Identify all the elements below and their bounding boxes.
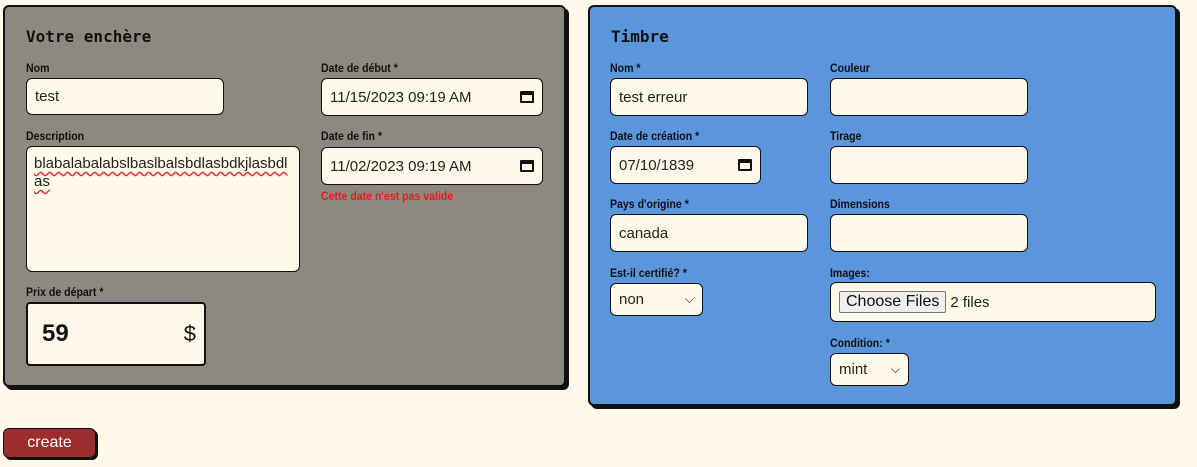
print-run-input[interactable] [830,146,1028,184]
condition-label: Condition: * [830,336,890,350]
end-date-input[interactable]: 11/02/2023 09:19 AM [321,147,543,185]
calendar-icon[interactable] [520,160,534,172]
price-label: Prix de départ * [26,285,104,299]
auction-name-input[interactable]: test [26,78,224,115]
stamp-panel: Timbre Nom * test erreur Couleur Date de… [588,5,1177,406]
auction-name-label: Nom [26,61,50,75]
currency-symbol: $ [183,321,196,346]
calendar-icon[interactable] [738,159,752,171]
choose-files-button[interactable]: Choose Files [839,291,947,313]
certified-label: Est-il certifié? * [610,266,687,280]
color-label: Couleur [830,61,870,75]
stamp-name-value: test erreur [619,88,688,106]
color-input[interactable] [830,78,1028,116]
end-date-error: Cette date n'est pas valide [321,189,454,203]
create-button[interactable]: create [3,428,96,458]
condition-select[interactable]: mint ⌵ [830,353,909,386]
certified-select[interactable]: non ⌵ [610,283,703,316]
certified-value: non [619,291,645,308]
creation-date-value: 07/10/1839 [619,156,695,174]
end-date-label: Date de fin * [321,129,383,143]
creation-date-input[interactable]: 07/10/1839 [610,146,761,184]
end-date-value: 11/02/2023 09:19 AM [330,157,472,175]
start-date-input[interactable]: 11/15/2023 09:19 AM [321,78,543,116]
auction-name-value: test [35,88,60,105]
description-value: blabalabalabslbaslbalsbdlasbdkjlasbdlas [34,155,288,190]
dimensions-input[interactable] [830,214,1028,252]
images-file-input[interactable]: Choose Files 2 files [830,282,1156,322]
description-label: Description [26,129,85,143]
price-input[interactable]: 59 $ [26,302,206,366]
creation-date-label: Date de création * [610,129,700,143]
calendar-icon[interactable] [520,91,534,103]
country-input[interactable]: canada [610,214,808,252]
auction-panel-title: Votre enchère [26,27,152,46]
price-value: 59 [42,320,69,347]
chevron-down-icon: ⌵ [684,292,694,306]
stamp-name-input[interactable]: test erreur [610,78,808,116]
print-run-label: Tirage [830,129,862,143]
files-status: 2 files [950,293,990,311]
country-value: canada [619,224,669,242]
start-date-label: Date de début * [321,61,398,75]
description-textarea[interactable]: blabalabalabslbaslbalsbdlasbdkjlasbdlas [26,146,300,272]
stamp-panel-title: Timbre [611,27,669,46]
country-label: Pays d'origine * [610,197,689,211]
start-date-value: 11/15/2023 09:19 AM [330,88,472,106]
chevron-down-icon: ⌵ [890,362,900,376]
stamp-name-label: Nom * [610,61,641,75]
auction-panel: Votre enchère Nom test Description blaba… [3,5,566,387]
dimensions-label: Dimensions [830,197,890,211]
images-label: Images: [830,266,870,280]
condition-value: mint [839,361,868,378]
